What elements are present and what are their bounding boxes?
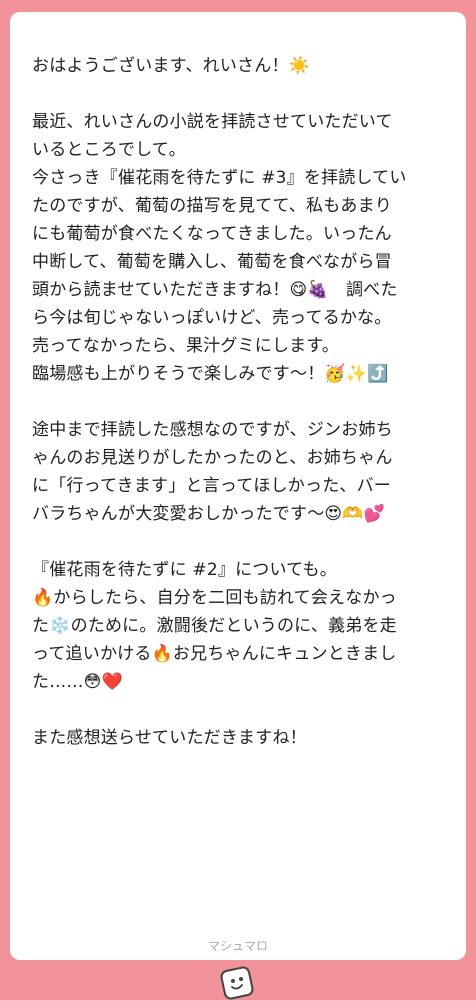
message-line: ら今は旬じゃないっぽいけど、売ってるかな。: [32, 308, 392, 328]
message-line: 頭から読ませていただきますね！😋🍇 調べた: [32, 280, 398, 300]
brand-label: マシュマロ: [207, 939, 268, 953]
message-line: いるところでして。: [32, 140, 186, 160]
message-line: 今さっき『催花雨を待たずに #3』を拝読してい: [32, 168, 407, 188]
message-line: にも葡萄が食べたくなってきました。いったん: [32, 224, 392, 244]
message-line: 臨場感も上がりそうで楽しみです〜！🥳✨⤴️: [32, 364, 389, 384]
closing-paragraph: また感想送らせていただきますね！: [32, 724, 452, 752]
marshmallow-logo-icon: [220, 966, 254, 1000]
message-line: 中断して、葡萄を購入し、葡萄を食べながら冒: [32, 252, 392, 272]
message-line: 最近、れいさんの小説を拝読させていただいて: [32, 112, 393, 132]
impression-paragraph: 途中まで拝読した感想なのですが、ジンお姉ち ゃんのお見送りがしたかったのと、お姉…: [32, 416, 452, 528]
message-line: また感想送らせていただきますね！: [32, 728, 307, 748]
message-line: ゃんのお見送りがしたかったのと、お姉ちゃん: [32, 448, 393, 468]
greeting-paragraph: おはようございます、れいさん！☀️: [32, 52, 452, 80]
message-body: おはようございます、れいさん！☀️ 最近、れいさんの小説を拝読させていただいて …: [32, 52, 452, 780]
message-line: 🔥からしたら、自分を二回も訪れて会えなかっ: [32, 588, 397, 608]
message-line: 『催花雨を待たずに #2』についても。: [32, 560, 337, 580]
message-line: おはようございます、れいさん！☀️: [32, 56, 311, 76]
message-line: たのですが、葡萄の描写を見てて、私もあまり: [32, 196, 393, 216]
message-line: 売ってなかったら、果汁グミにします。: [32, 336, 340, 356]
message-line: た❄️のために。激闘後だというのに、義弟を走: [32, 616, 397, 636]
second-work-paragraph: 『催花雨を待たずに #2』についても。 🔥からしたら、自分を二回も訪れて会えなか…: [32, 556, 452, 696]
reading-paragraph: 最近、れいさんの小説を拝読させていただいて いるところでして。 今さっき『催花雨…: [32, 108, 452, 388]
message-line: た……😳❤️: [32, 672, 123, 692]
message-card: おはようございます、れいさん！☀️ 最近、れいさんの小説を拝読させていただいて …: [10, 12, 466, 960]
message-line: に「行ってきます」と言ってほしかった、バー: [32, 476, 391, 496]
message-line: 途中まで拝読した感想なのですが、ジンお姉ち: [32, 420, 393, 440]
message-line: バラちゃんが大変愛おしかったです〜😍🫶💕: [32, 504, 386, 524]
message-line: って追いかける🔥お兄ちゃんにキュンときまし: [32, 644, 397, 664]
